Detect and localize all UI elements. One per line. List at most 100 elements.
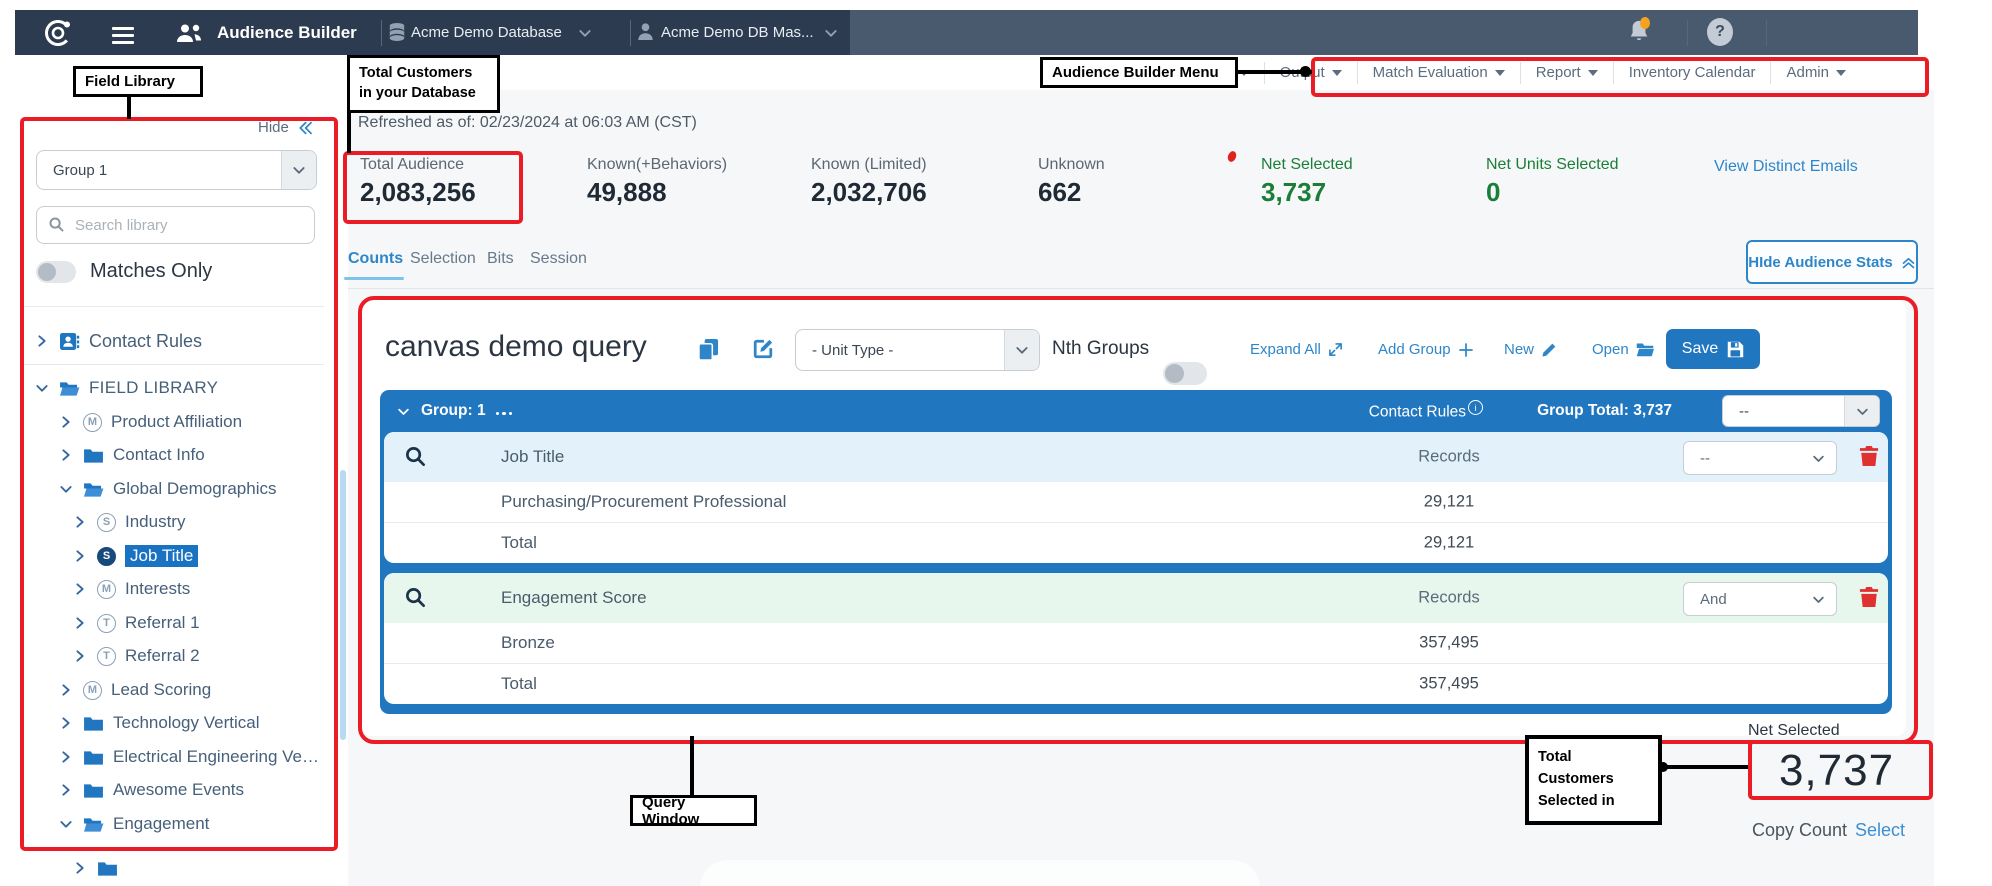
sidebar-item-product-affiliation[interactable]: M Product Affiliation — [58, 408, 242, 436]
menu-admin[interactable]: Admin — [1770, 62, 1934, 84]
field-name: Engagement Score — [501, 588, 647, 608]
double-chevron-up-icon — [1901, 255, 1916, 270]
plus-icon — [1458, 342, 1474, 358]
chevron-down-icon — [1844, 396, 1879, 426]
chevron-right-icon[interactable] — [72, 548, 88, 564]
sidebar-divider — [24, 306, 324, 307]
sidebar-item-field-library[interactable]: FIELD LIBRARY — [34, 374, 218, 402]
chevron-right-icon[interactable] — [58, 715, 74, 731]
caret-down-icon — [1588, 70, 1598, 76]
chevron-right-icon[interactable] — [72, 615, 88, 631]
expand-all-button[interactable]: Expand All — [1250, 341, 1343, 358]
menu-match-evaluation[interactable]: Match Evaluation — [1357, 62, 1520, 84]
sidebar-item-referral-2[interactable]: T Referral 2 — [72, 642, 200, 670]
sidebar-item-industry[interactable]: S Industry — [72, 508, 185, 536]
sidebar-item-referral-1[interactable]: T Referral 1 — [72, 609, 200, 637]
field-operator-select[interactable]: -- — [1683, 441, 1837, 475]
view-distinct-emails-link[interactable]: View Distinct Emails — [1714, 158, 1858, 176]
select-link[interactable]: Select — [1855, 820, 1905, 841]
folder-icon — [83, 782, 104, 799]
unit-type-select[interactable]: - Unit Type - — [795, 329, 1040, 371]
search-input[interactable] — [36, 206, 315, 244]
chevron-right-icon[interactable] — [34, 333, 50, 349]
chevron-right-icon[interactable] — [72, 581, 88, 597]
hide-audience-stats-button[interactable]: HIde Audience Stats — [1746, 240, 1918, 284]
net-selected-label: Net Selected — [1748, 722, 1840, 740]
sidebar-scrollbar[interactable] — [340, 470, 346, 740]
chevron-down-icon[interactable] — [58, 481, 74, 497]
chevron-down-icon[interactable] — [396, 404, 411, 419]
chevron-right-icon[interactable] — [58, 682, 74, 698]
app-logo-icon[interactable] — [42, 17, 74, 49]
sidebar-item-contact-info[interactable]: Contact Info — [58, 441, 205, 469]
hamburger-menu-icon[interactable] — [112, 23, 134, 48]
sidebar-item-lead-scoring[interactable]: M Lead Scoring — [58, 676, 211, 704]
hide-sidebar-button[interactable]: Hide — [258, 119, 313, 136]
info-icon[interactable]: i — [1468, 400, 1483, 415]
sidebar-item-partial — [72, 854, 118, 882]
sidebar-item-interests[interactable]: M Interests — [72, 575, 190, 603]
database-icon — [388, 22, 406, 42]
chevron-down-icon[interactable] — [823, 25, 839, 41]
matches-only-toggle[interactable] — [36, 261, 76, 283]
annotation-field-library-label: Field Library — [73, 66, 203, 97]
contact-rules-link[interactable]: Contact Rulesi — [1369, 400, 1483, 422]
help-icon[interactable]: ? — [1707, 18, 1733, 46]
field-total-row: Total 29,121 — [384, 522, 1888, 563]
chevron-down-icon[interactable] — [34, 380, 50, 396]
chevron-down-icon — [1811, 592, 1836, 607]
menu-inventory-calendar[interactable]: Inventory Calendar — [1613, 62, 1771, 84]
sidebar-item-job-title[interactable]: S Job Title — [72, 542, 198, 570]
sidebar-item-global-demographics[interactable]: Global Demographics — [58, 475, 276, 503]
field-value-row[interactable]: Purchasing/Procurement Professional 29,1… — [384, 482, 1888, 522]
group-title: Group: 1 — [421, 402, 486, 420]
s-circle-icon: S — [97, 547, 116, 566]
field-search-icon[interactable] — [404, 445, 427, 468]
save-button[interactable]: Save — [1666, 329, 1760, 369]
chevron-down-icon[interactable] — [577, 25, 593, 41]
field-value-row[interactable]: Bronze 357,495 — [384, 623, 1888, 663]
open-button[interactable]: Open — [1592, 341, 1654, 358]
trash-icon[interactable] — [1859, 445, 1879, 467]
expand-arrows-icon — [1328, 342, 1343, 357]
t-circle-icon: T — [97, 614, 116, 633]
sidebar-item-awesome-events[interactable]: Awesome Events — [58, 776, 244, 804]
tab-bits[interactable]: Bits — [487, 250, 514, 268]
edit-icon[interactable] — [752, 338, 774, 360]
query-field-block-engagement-score: Engagement Score Records And Bronze 357,… — [384, 573, 1888, 704]
copy-count-label: Copy Count — [1752, 820, 1847, 841]
add-group-button[interactable]: Add Group — [1378, 341, 1474, 358]
nth-groups-toggle[interactable] — [1163, 362, 1207, 385]
field-operator-select[interactable]: And — [1683, 582, 1837, 616]
group-options-icon[interactable] — [496, 402, 516, 420]
field-search-icon[interactable] — [404, 586, 427, 609]
new-button[interactable]: New — [1504, 341, 1557, 358]
query-title: canvas demo query — [385, 330, 647, 364]
copy-icon[interactable] — [698, 338, 719, 361]
chevron-down-icon — [281, 151, 316, 189]
nav-divider — [1687, 20, 1688, 46]
user-selector[interactable]: Acme Demo DB Mas... — [661, 24, 814, 41]
sidebar-item-engagement[interactable]: Engagement — [58, 810, 209, 838]
tab-session[interactable]: Session — [530, 250, 587, 268]
sidebar-item-contact-rules[interactable]: Contact Rules — [34, 327, 202, 355]
group-operator-select[interactable]: -- — [1722, 395, 1880, 427]
chevron-down-icon[interactable] — [58, 816, 74, 832]
sidebar-item-electrical-engineering[interactable]: Electrical Engineering Ve… — [58, 743, 319, 771]
trash-icon[interactable] — [1859, 586, 1879, 608]
chevron-right-icon[interactable] — [58, 414, 74, 430]
tab-selection[interactable]: Selection — [410, 250, 476, 268]
tab-counts[interactable]: Counts — [348, 250, 403, 268]
folder-open-icon — [59, 380, 80, 397]
database-selector[interactable]: Acme Demo Database — [411, 24, 562, 41]
chevron-right-icon[interactable] — [58, 749, 74, 765]
stat-known-behaviors: Known(+Behaviors) 49,888 — [587, 156, 727, 208]
sidebar-item-technology-vertical[interactable]: Technology Vertical — [58, 709, 259, 737]
chevron-right-icon[interactable] — [58, 447, 74, 463]
chevron-right-icon[interactable] — [72, 648, 88, 664]
chevron-right-icon[interactable] — [58, 782, 74, 798]
menu-report[interactable]: Report — [1520, 62, 1613, 84]
chevron-right-icon[interactable] — [72, 514, 88, 530]
notifications-bell-icon[interactable] — [1628, 19, 1650, 43]
sidebar-group-select[interactable]: Group 1 — [36, 150, 317, 190]
